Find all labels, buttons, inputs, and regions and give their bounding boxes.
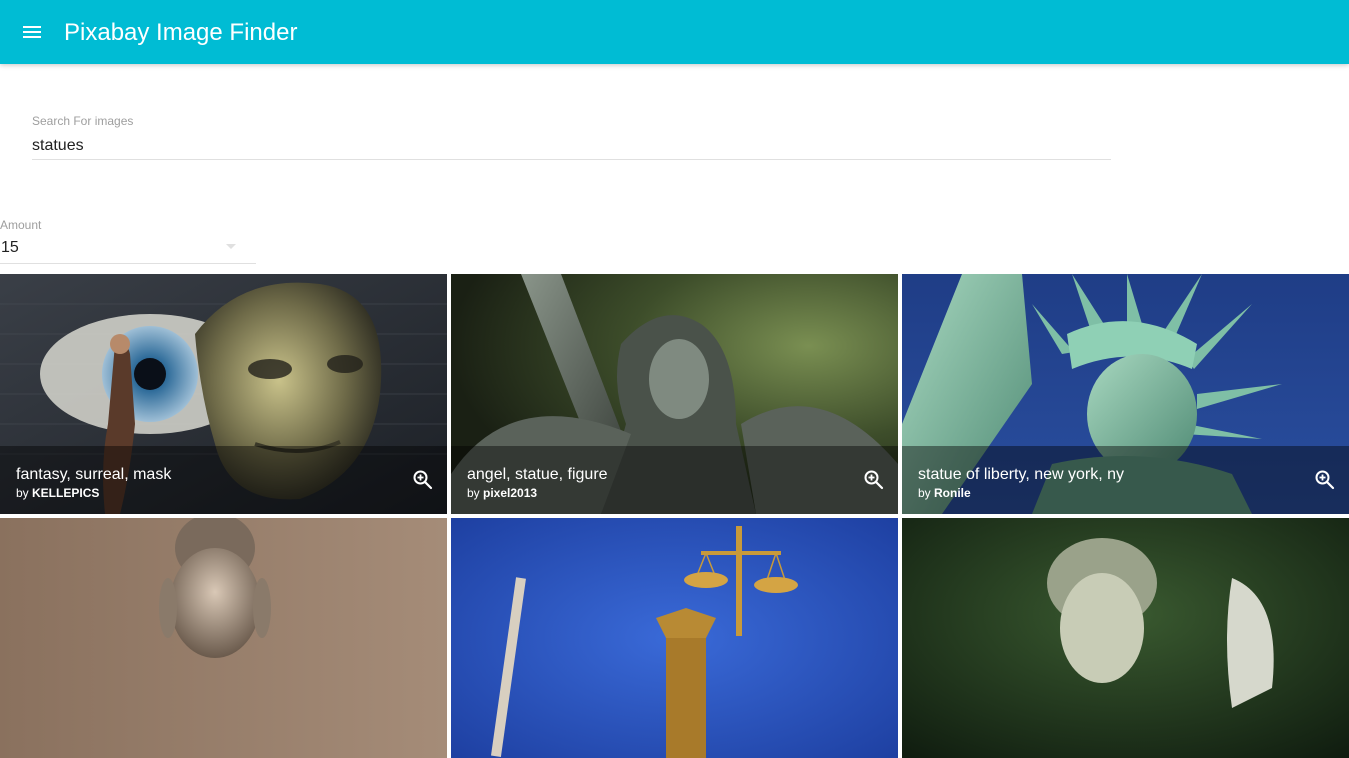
- search-field[interactable]: Search For images: [32, 110, 1111, 160]
- amount-select[interactable]: Amount 15: [0, 214, 256, 264]
- amount-underline: [0, 263, 256, 264]
- dropdown-arrow-icon[interactable]: [226, 244, 236, 249]
- author-name: pixel2013: [483, 486, 538, 500]
- app-bar: Pixabay Image Finder: [0, 0, 1349, 64]
- tile-title-bar: fantasy, surreal, mask by KELLEPICS: [0, 446, 447, 514]
- tile-title: statue of liberty, new york, ny: [918, 466, 1125, 483]
- tile-image: [902, 518, 1349, 758]
- tile-author: by Ronile: [918, 486, 971, 500]
- by-prefix: by: [918, 486, 935, 500]
- zoom-in-icon[interactable]: [862, 468, 886, 492]
- search-input[interactable]: [32, 134, 1111, 158]
- image-tile[interactable]: [0, 518, 447, 758]
- app-title: Pixabay Image Finder: [64, 19, 298, 46]
- zoom-in-icon[interactable]: [411, 468, 435, 492]
- amount-value[interactable]: 15: [1, 239, 19, 257]
- tile-author: by KELLEPICS: [16, 486, 99, 500]
- tile-title-bar: statue of liberty, new york, ny by Ronil…: [902, 446, 1349, 514]
- zoom-in-icon[interactable]: [1313, 468, 1337, 492]
- tile-image: [0, 518, 447, 758]
- image-tile[interactable]: [451, 518, 898, 758]
- tile-title: angel, statue, figure: [467, 466, 608, 483]
- by-prefix: by: [16, 486, 33, 500]
- amount-label: Amount: [0, 218, 42, 232]
- author-name: KELLEPICS: [32, 486, 100, 500]
- tile-title-bar: angel, statue, figure by pixel2013: [451, 446, 898, 514]
- search-label: Search For images: [32, 114, 134, 128]
- author-name: Ronile: [934, 486, 971, 500]
- hamburger-menu-icon[interactable]: [20, 20, 44, 44]
- image-tile[interactable]: statue of liberty, new york, ny by Ronil…: [902, 274, 1349, 514]
- tile-image: [451, 518, 898, 758]
- image-tile[interactable]: angel, statue, figure by pixel2013: [451, 274, 898, 514]
- tile-author: by pixel2013: [467, 486, 537, 500]
- by-prefix: by: [467, 486, 484, 500]
- search-underline: [32, 159, 1111, 160]
- image-tile[interactable]: [902, 518, 1349, 758]
- tile-title: fantasy, surreal, mask: [16, 466, 172, 483]
- image-tile[interactable]: fantasy, surreal, mask by KELLEPICS: [0, 274, 447, 514]
